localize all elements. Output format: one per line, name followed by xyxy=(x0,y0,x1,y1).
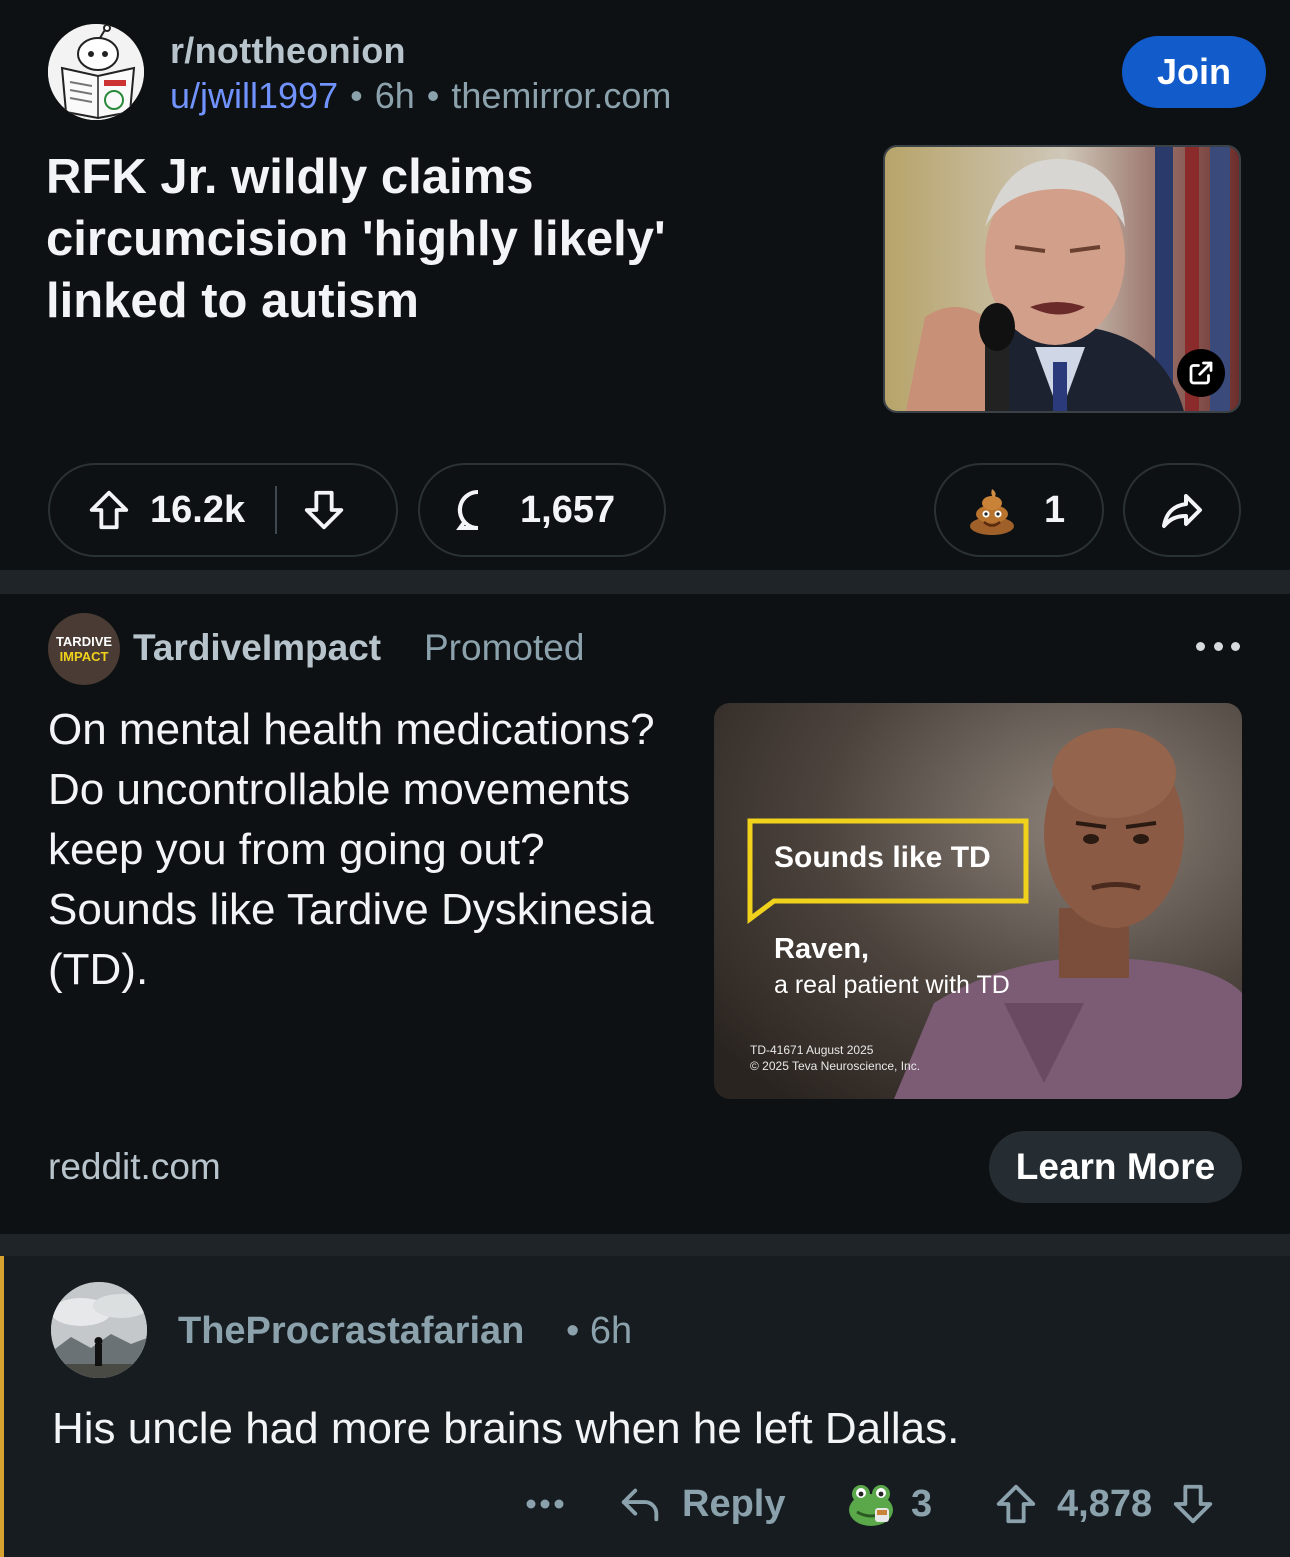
post-meta: u/jwill1997 • 6h • themirror.com xyxy=(170,75,671,117)
separator-dot: • xyxy=(350,75,363,116)
post-author[interactable]: u/jwill1997 xyxy=(170,75,338,116)
promoted-label: Promoted xyxy=(424,627,585,668)
reply-button[interactable]: Reply xyxy=(618,1474,785,1534)
share-icon xyxy=(1158,486,1206,534)
reply-icon xyxy=(618,1481,664,1527)
advertiser-avatar-text: IMPACT xyxy=(59,649,109,664)
post-domain[interactable]: themirror.com xyxy=(451,75,671,116)
advertiser-avatar-text: TARDIVE xyxy=(55,634,113,649)
comment-score: 4,878 xyxy=(1057,1482,1153,1525)
ad-text[interactable]: On mental health medications? Do uncontr… xyxy=(48,700,668,1000)
comment-vote-bar: 4,878 xyxy=(993,1474,1216,1534)
comment-downvote-icon[interactable] xyxy=(1170,1481,1216,1527)
section-divider xyxy=(0,1234,1290,1256)
vote-bar: 16.2k xyxy=(48,463,398,557)
award-count: 1 xyxy=(1044,488,1066,531)
external-link-icon[interactable] xyxy=(1177,349,1225,397)
ad-image-caption: a real patient with TD xyxy=(774,971,1010,999)
share-button[interactable] xyxy=(1123,463,1241,557)
comment-body: His uncle had more brains when he left D… xyxy=(52,1404,960,1453)
upvote-icon[interactable] xyxy=(86,487,132,533)
commenter-avatar[interactable] xyxy=(51,1282,147,1378)
comment-award-count: 3 xyxy=(911,1482,933,1525)
poop-award-icon xyxy=(966,484,1018,536)
advertiser-avatar[interactable]: TARDIVE IMPACT xyxy=(48,613,120,685)
comment-meta: • 6h xyxy=(566,1310,632,1353)
comment-upvote-icon[interactable] xyxy=(993,1481,1039,1527)
ad-image[interactable]: Sounds like TD Raven, a real patient wit… xyxy=(714,703,1242,1099)
ad-image-legal: © 2025 Teva Neuroscience, Inc. xyxy=(750,1059,921,1073)
ad-image-headline: Sounds like TD xyxy=(774,841,991,874)
post-card[interactable]: r/nottheonion u/jwill1997 • 6h • themirror.c… xyxy=(0,0,1290,570)
comments-button[interactable]: 1,657 xyxy=(418,463,666,557)
comment-more-icon[interactable] xyxy=(525,1474,565,1534)
subreddit-name[interactable]: r/nottheonion xyxy=(170,30,406,72)
more-options-icon[interactable] xyxy=(1196,636,1240,656)
comment: TheProcrastafarian • 6h His uncle had mo… xyxy=(0,1256,1290,1557)
separator-dot: • xyxy=(426,75,440,116)
upvote-count: 16.2k xyxy=(150,488,246,531)
comment-count: 1,657 xyxy=(520,488,616,531)
section-divider xyxy=(0,570,1290,594)
ad-image-legal: TD-41671 August 2025 xyxy=(750,1043,874,1057)
comment-icon xyxy=(454,486,502,534)
ad-image-name: Raven, xyxy=(774,933,870,965)
downvote-icon[interactable] xyxy=(301,487,347,533)
comment-author[interactable]: TheProcrastafarian xyxy=(178,1310,524,1353)
reply-label: Reply xyxy=(682,1482,786,1525)
frog-award-icon xyxy=(845,1478,897,1530)
post-title[interactable]: RFK Jr. wildly claims circumcision 'high… xyxy=(46,146,806,332)
learn-more-button[interactable]: Learn More xyxy=(989,1131,1242,1203)
comment-time: 6h xyxy=(589,1310,633,1352)
subreddit-avatar[interactable] xyxy=(48,24,144,120)
award-button[interactable]: 1 xyxy=(934,463,1104,557)
separator-dot: • xyxy=(566,1310,590,1352)
post-thumbnail[interactable] xyxy=(883,145,1241,413)
advertiser-name[interactable]: TardiveImpact xyxy=(133,627,381,669)
comment-award-button[interactable]: 3 xyxy=(845,1474,932,1534)
vote-divider xyxy=(275,486,278,534)
join-button[interactable]: Join xyxy=(1122,36,1266,108)
post-time: 6h xyxy=(374,75,415,116)
comment-highlight-bar xyxy=(0,1256,4,1557)
ad-domain[interactable]: reddit.com xyxy=(48,1146,221,1188)
